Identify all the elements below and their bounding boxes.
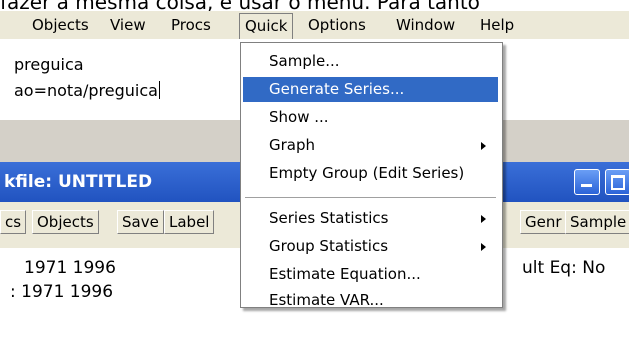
menu-separator <box>245 197 496 198</box>
maximize-icon <box>611 175 625 190</box>
menu-item-sample-label: Sample... <box>269 52 340 70</box>
menu-item-sample[interactable]: Sample... <box>243 49 498 74</box>
objects-button[interactable]: Objects <box>32 210 99 234</box>
sample-value: : 1971 1996 <box>10 282 114 302</box>
menu-item-series-statistics[interactable]: Series Statistics <box>243 206 498 231</box>
quick-menu-dropdown: Sample... Generate Series... Show ... Gr… <box>240 42 503 309</box>
menu-item-estimate-var-label: Estimate VAR... <box>269 291 384 309</box>
text-caret <box>158 81 160 99</box>
menu-item-generate-series-label: Generate Series... <box>269 80 405 98</box>
default-equation: ult Eq: No <box>522 258 606 278</box>
procs-button[interactable]: cs <box>0 210 27 234</box>
menu-item-graph[interactable]: Graph <box>243 133 498 158</box>
minimize-button[interactable] <box>574 169 600 195</box>
menu-item-series-statistics-label: Series Statistics <box>269 209 389 227</box>
menu-item-estimate-equation[interactable]: Estimate Equation... <box>243 262 498 287</box>
range-value: 1971 1996 <box>24 258 116 278</box>
menu-item-group-statistics-label: Group Statistics <box>269 237 389 255</box>
menu-window[interactable]: Window <box>390 14 461 36</box>
menu-item-graph-label: Graph <box>269 136 316 154</box>
command-line-1: preguica <box>14 55 84 74</box>
menu-item-generate-series[interactable]: Generate Series... <box>243 77 498 102</box>
menu-item-empty-group-label: Empty Group (Edit Series) <box>269 164 465 182</box>
menu-help[interactable]: Help <box>474 14 520 36</box>
minimize-icon <box>581 184 592 187</box>
menu-bar: Objects View Procs Quick Options Window … <box>0 11 629 40</box>
submenu-arrow-icon <box>481 142 486 150</box>
menu-objects[interactable]: Objects <box>26 14 95 36</box>
save-button[interactable]: Save <box>117 210 164 234</box>
submenu-arrow-icon <box>481 243 486 251</box>
menu-procs[interactable]: Procs <box>165 14 217 36</box>
command-line-2: ao=nota/preguica <box>14 81 160 100</box>
menu-item-estimate-var[interactable]: Estimate VAR... <box>243 288 498 313</box>
menu-item-estimate-equation-label: Estimate Equation... <box>269 265 421 283</box>
menu-item-group-statistics[interactable]: Group Statistics <box>243 234 498 259</box>
workfile-title: kfile: UNTITLED <box>4 172 153 192</box>
command-line-2-text: ao=nota/preguica <box>14 81 158 100</box>
maximize-button[interactable] <box>605 169 629 195</box>
menu-options[interactable]: Options <box>302 14 372 36</box>
menu-view[interactable]: View <box>104 14 152 36</box>
menu-item-show[interactable]: Show ... <box>243 105 498 130</box>
submenu-arrow-icon <box>481 215 486 223</box>
menu-item-empty-group[interactable]: Empty Group (Edit Series) <box>243 161 498 186</box>
label-button[interactable]: Label <box>164 210 215 234</box>
menu-quick[interactable]: Quick <box>239 13 294 40</box>
genr-button[interactable]: Genr <box>520 210 567 234</box>
sample-button[interactable]: Sample <box>565 210 629 234</box>
menu-item-show-label: Show ... <box>269 108 329 126</box>
